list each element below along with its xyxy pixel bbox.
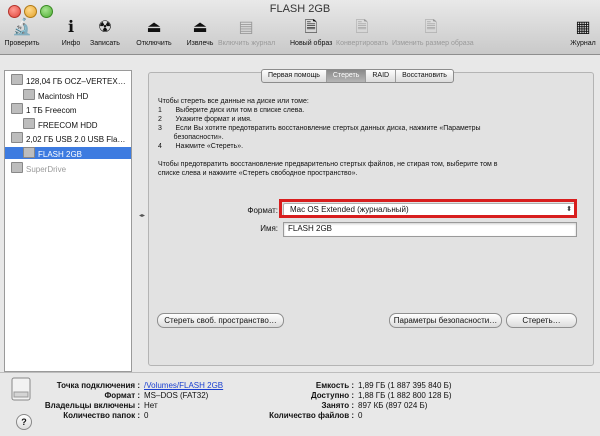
instruction-line: 1 Выберите диск или том в списке слева.	[158, 107, 305, 114]
toolbar-button-label: Проверить	[4, 40, 40, 47]
instruction-line: безопасности».	[158, 134, 224, 141]
available-value: 1,88 ГБ (1 882 800 128 Б)	[358, 391, 452, 400]
usb-drive-icon	[10, 376, 32, 402]
security-options-button[interactable]: Параметры безопасности…	[389, 313, 502, 328]
sidebar-item-label: 2,02 ГБ USB 2.0 USB Fla…	[26, 135, 126, 144]
toolbar-button-0[interactable]: 🔬 Проверить	[2, 18, 42, 52]
info-divider	[0, 372, 600, 373]
tab-bar: Первая помощь Стереть RAID Восстановить	[261, 69, 454, 83]
available-label: Доступно :	[310, 391, 354, 400]
files-value: 0	[358, 411, 363, 420]
convert-icon: 🗎	[355, 19, 369, 36]
toolbar-button-9[interactable]: ▦ Журнал	[568, 18, 598, 52]
sidebar-item-label: 128,04 ГБ OCZ–VERTEX…	[26, 77, 126, 86]
mount-point-label: Точка подключения :	[56, 381, 140, 390]
files-label: Количество файлов :	[269, 411, 354, 420]
toolbar-button-label: Инфо	[61, 40, 81, 47]
window-titlebar: FLASH 2GB 🔬 Проверить ℹ Инфо ☢ Записать ⏏ Отклю…	[0, 0, 600, 55]
volume-icon	[23, 147, 35, 158]
sidebar-item-label: FLASH 2GB	[38, 150, 83, 159]
format-info-value: MS–DOS (FAT32)	[144, 391, 209, 400]
capacity-label: Емкость :	[315, 381, 354, 390]
toolbar-button-3[interactable]: ⏏ Отключить	[132, 18, 176, 52]
toolbar-button-5[interactable]: ▤ Включить журнал	[218, 18, 276, 52]
info-icon: ℹ	[67, 19, 75, 36]
capacity-value: 1,89 ГБ (1 887 395 840 Б)	[358, 381, 452, 390]
name-field-value: FLASH 2GB	[288, 224, 333, 233]
log-icon: ▦	[575, 19, 591, 36]
used-value: 897 КБ (897 024 Б)	[358, 401, 428, 410]
sidebar-item-label: FREECOM HDD	[38, 121, 98, 130]
toolbar-button-label: Конвертировать	[336, 40, 389, 47]
instruction-line: 2 Укажите формат и имя.	[158, 116, 252, 123]
name-label: Имя:	[260, 224, 278, 233]
microscope-icon: 🔬	[12, 19, 32, 36]
optical-drive-icon	[11, 162, 23, 173]
unmount-icon: ⏏	[146, 19, 162, 36]
name-field[interactable]: FLASH 2GB	[283, 222, 577, 237]
toolbar-button-4[interactable]: ⏏ Извлечь	[182, 18, 218, 52]
toolbar-button-label: Записать	[90, 40, 120, 47]
folders-label: Количество папок :	[63, 411, 140, 420]
toolbar-button-label: Включить журнал	[218, 40, 276, 47]
instruction-line: 4 Нажмите «Стереть».	[158, 143, 244, 150]
owners-label: Владельцы включены :	[44, 401, 140, 410]
window-title: FLASH 2GB	[269, 3, 331, 15]
format-label: Формат:	[247, 206, 278, 215]
volume-icon	[23, 89, 35, 100]
disk-icon	[11, 103, 23, 114]
instruction-line: Чтобы стереть все данные на диске или то…	[158, 98, 309, 105]
format-highlight-frame	[279, 199, 577, 218]
resize-image-icon: 🗎	[424, 19, 438, 36]
tab-0[interactable]: Первая помощь	[262, 70, 327, 82]
sidebar-item-2[interactable]: 1 ТБ Freecom	[5, 103, 131, 115]
toolbar-button-label: Новый образ	[290, 40, 333, 47]
disk-list-sidebar[interactable]	[4, 70, 132, 372]
new-image-icon: 🗎	[304, 19, 318, 36]
folders-value: 0	[144, 411, 149, 420]
sidebar-item-label: 1 ТБ Freecom	[26, 106, 77, 115]
erase-button[interactable]: Стереть…	[506, 313, 577, 328]
owners-value: Нет	[144, 401, 158, 410]
disk-icon	[11, 74, 23, 85]
sidebar-item-4[interactable]: 2,02 ГБ USB 2.0 USB Fla…	[5, 132, 131, 144]
sidebar-item-0[interactable]: 128,04 ГБ OCZ–VERTEX…	[5, 74, 131, 86]
instruction-line: 3 Если Вы хотите предотвратить восстанов…	[158, 125, 481, 132]
toolbar-button-1[interactable]: ℹ Инфо	[58, 18, 84, 52]
sidebar-item-label: Macintosh HD	[38, 92, 89, 101]
toolbar-button-7[interactable]: 🗎 Конвертировать	[336, 18, 388, 52]
sidebar-item-3[interactable]: FREECOM HDD	[5, 118, 131, 130]
toolbar-button-2[interactable]: ☢ Записать	[86, 18, 124, 52]
toolbar-button-label: Извлечь	[186, 40, 214, 47]
usb-disk-icon	[11, 132, 23, 143]
tab-1[interactable]: Стереть	[326, 70, 367, 82]
sidebar-item-6[interactable]: SuperDrive	[5, 162, 131, 174]
eject-icon: ⏏	[192, 19, 208, 36]
tab-3[interactable]: Восстановить	[396, 70, 453, 82]
tab-2[interactable]: RAID	[366, 70, 397, 82]
toolbar-button-8[interactable]: 🗎 Изменить размер образа	[392, 18, 474, 52]
toolbar-button-label: Журнал	[570, 40, 596, 47]
mount-point-link[interactable]: /Volumes/FLASH 2GB	[144, 381, 223, 390]
format-info-label: Формат :	[104, 391, 140, 400]
sidebar-item-5[interactable]: FLASH 2GB	[5, 147, 131, 159]
journal-icon: ▤	[238, 19, 254, 36]
free-space-note-line: списке слева и нажмите «Стереть свободно…	[158, 170, 358, 177]
erase-free-space-button[interactable]: Стереть своб. пространство…	[157, 313, 284, 328]
volume-icon	[23, 118, 35, 129]
toolbar-button-label: Изменить размер образа	[392, 40, 474, 47]
sidebar-item-1[interactable]: Macintosh HD	[5, 89, 131, 101]
split-handle-icon[interactable]: ◂▸	[139, 212, 145, 219]
sidebar-item-label: SuperDrive	[26, 165, 67, 174]
toolbar-button-6[interactable]: 🗎 Новый образ	[290, 18, 332, 52]
burn-icon: ☢	[97, 19, 113, 36]
used-label: Занято :	[321, 401, 354, 410]
toolbar-button-label: Отключить	[136, 40, 172, 47]
free-space-note-line: Чтобы предотвратить восстановление предв…	[158, 161, 498, 168]
